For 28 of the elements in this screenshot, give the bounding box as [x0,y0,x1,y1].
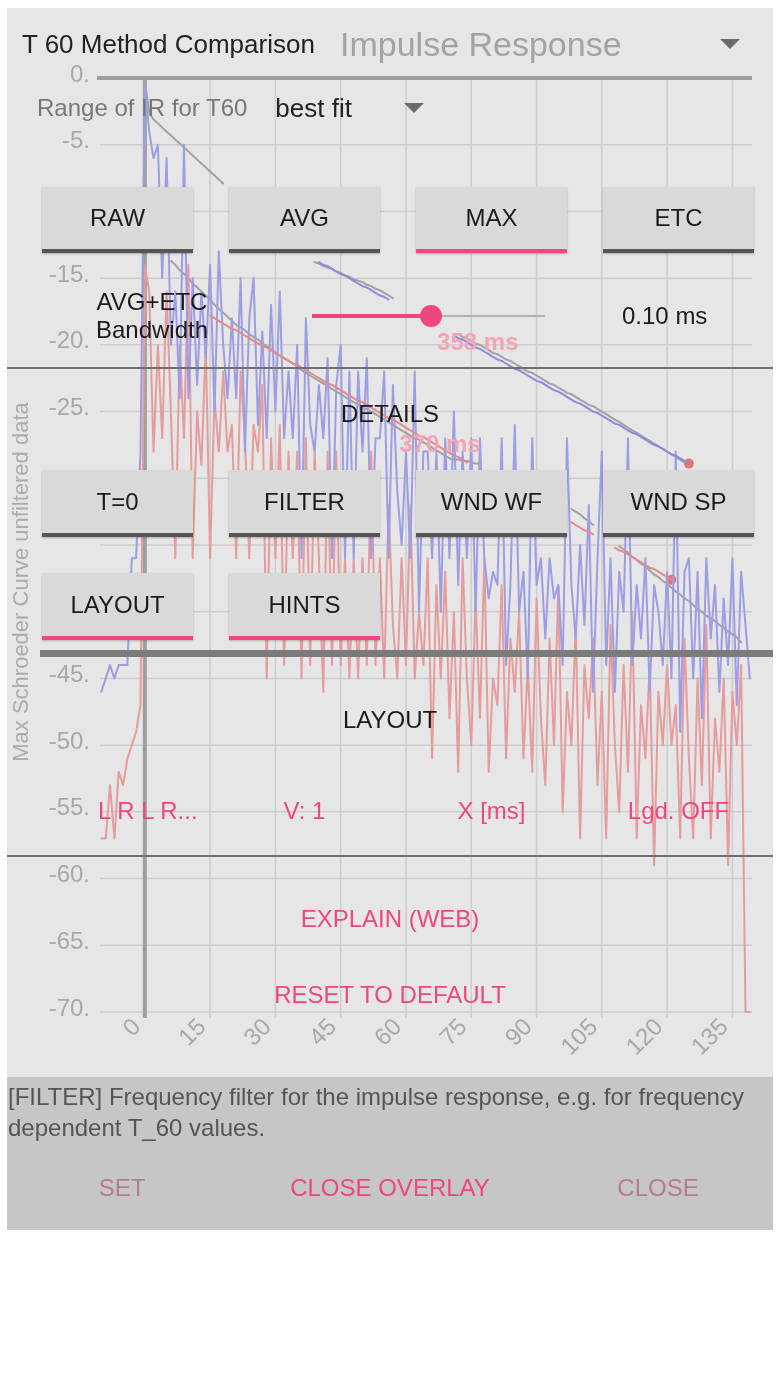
y-axis-tick-label: -15. [48,259,90,287]
section-title: LAYOUT [342,706,438,734]
x-axis-tick-label: 45 [303,1012,342,1051]
y-axis-tick-label: -50. [48,726,90,754]
x-axis-tick-label: 15 [172,1012,211,1051]
y-axis-title: Max Schroeder Curve unfiltered data [8,402,33,762]
y-axis-tick-label: -55. [48,793,90,821]
x-axis-tick-label: 120 [620,1012,668,1060]
x-axis-tick-label: 75 [433,1012,472,1051]
y-axis-tick-label: -20. [48,326,90,354]
y-axis-tick-label: -70. [48,993,90,1021]
x-axis-tick-label: 30 [237,1012,276,1051]
bandwidth-reading: 0.10 ms [622,302,708,330]
x-axis-tick-label: 60 [368,1012,407,1051]
y-axis-tick-label: -65. [48,926,90,954]
bandwidth-label: AVG+ETC Bandwidth [94,288,210,344]
y-axis-tick-label: -5. [62,126,90,154]
x-axis-tick-label: 0 [116,1012,146,1041]
hint-text: [FILTER] Frequency filter for the impulse response, e.g. for frequency dependent T_60 values. [7,1082,745,1143]
y-axis-tick-label: -45. [48,659,90,687]
x-axis-tick-label: 135 [685,1012,733,1060]
x-axis-tick-label: 105 [554,1012,603,1060]
chart-title: Impulse Response [340,25,622,63]
section-title: DETAILS [340,400,440,428]
y-axis-tick-label: -25. [48,393,90,421]
x-axis-tick-label: 90 [499,1012,538,1051]
y-axis-tick-label: 0. [70,59,90,87]
y-axis-tick-label: -60. [48,860,90,888]
